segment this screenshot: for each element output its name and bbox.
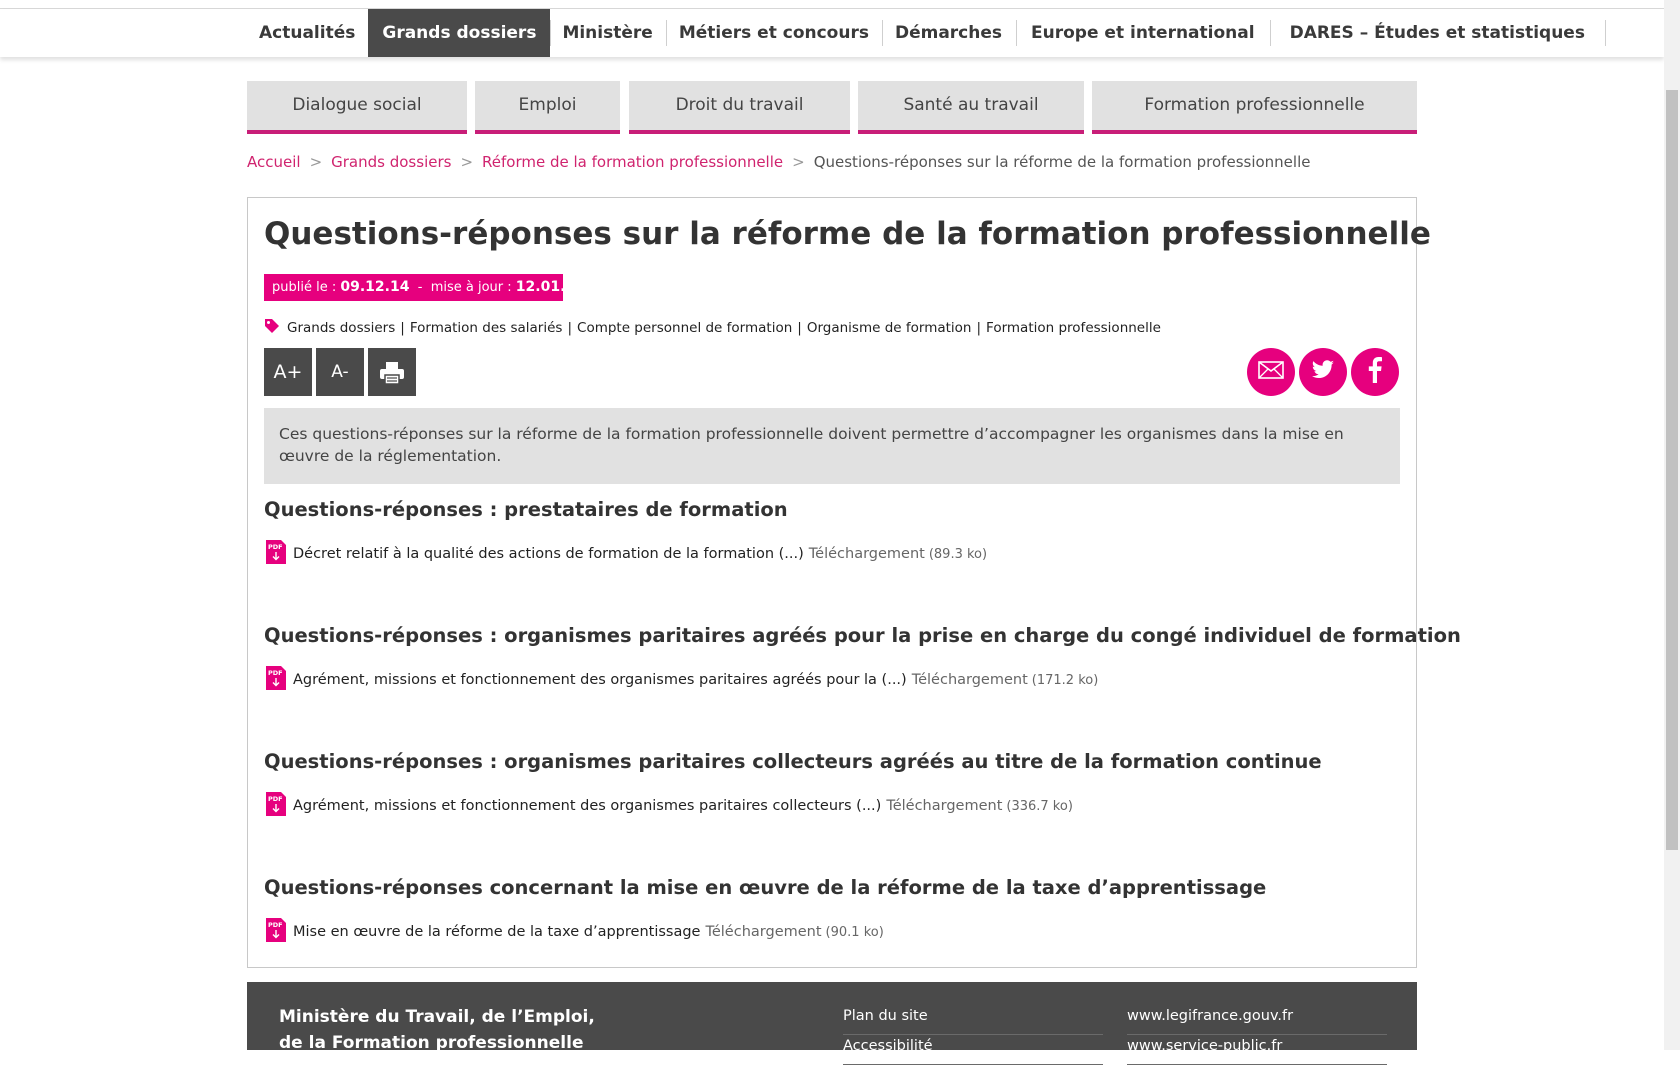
footer-links-external: www.legifrance.gouv.fr www.service-publi… <box>1127 1008 1387 1068</box>
svg-text:PDF: PDF <box>268 921 283 929</box>
section-title: Questions-réponses : prestataires de for… <box>264 498 788 521</box>
tag-formation-salaries[interactable]: Formation des salariés <box>410 320 563 336</box>
breadcrumb-separator: > <box>460 153 474 171</box>
font-decrease-button[interactable]: A- <box>316 348 364 396</box>
section-title: Questions-réponses : organismes paritair… <box>264 750 1322 773</box>
document-title-link[interactable]: Agrément, missions et fonctionnement des… <box>293 672 907 688</box>
nav-dares[interactable]: DARES – Études et statistiques <box>1269 9 1607 57</box>
tag-list: Grands dossiers | Formation des salariés |… <box>264 318 1161 338</box>
published-label: publié le : <box>272 280 337 295</box>
download-link[interactable]: Téléchargement <box>809 546 925 562</box>
tab-emploi[interactable]: Emploi <box>475 81 620 134</box>
pdf-icon: PDF <box>266 540 286 568</box>
print-button[interactable] <box>368 348 416 396</box>
nav-ministere[interactable]: Ministère <box>550 9 665 57</box>
nav-grands-dossiers[interactable]: Grands dossiers <box>368 9 551 57</box>
download-link[interactable]: Téléchargement <box>705 924 821 940</box>
breadcrumb: Accueil > Grands dossiers > Réforme de la fo… <box>247 153 1310 171</box>
tab-formation-professionnelle[interactable]: Formation professionnelle <box>1092 81 1417 134</box>
breadcrumb-separator: > <box>792 153 805 171</box>
document-link: PDF Mise en œuvre de la réforme de la ta… <box>266 918 884 946</box>
tag-divider: | <box>976 320 982 336</box>
document-link: PDF Agrément, missions et fonctionnement… <box>266 666 1098 694</box>
tab-dialogue-social[interactable]: Dialogue social <box>247 81 467 134</box>
footer-ministry-line: de la Formation professionnelle <box>279 1033 584 1053</box>
tag-organisme-formation[interactable]: Organisme de formation <box>807 320 972 336</box>
main-navigation: Actualités Grands dossiers Ministère Mét… <box>0 9 1664 57</box>
footer-ministry-name: Ministère du Travail, de l’Emploi, de la… <box>279 1004 595 1056</box>
intro-text: Ces questions-réponses sur la réforme de… <box>264 408 1400 484</box>
footer-ministry-line: Ministère du Travail, de l’Emploi, <box>279 1007 595 1027</box>
pdf-icon: PDF <box>266 792 286 820</box>
tag-divider: | <box>400 320 405 336</box>
twitter-icon <box>1311 360 1335 384</box>
date-badge: publié le : 09.12.14 - mise à jour : 12.… <box>264 274 585 301</box>
footer-link-legifrance[interactable]: www.legifrance.gouv.fr <box>1127 1008 1387 1035</box>
tag-formation-professionnelle[interactable]: Formation professionnelle <box>986 320 1161 336</box>
pdf-icon: PDF <box>266 918 286 946</box>
nav-europe-international[interactable]: Europe et international <box>1016 9 1270 57</box>
page-title: Questions-réponses sur la réforme de la … <box>264 216 1431 252</box>
tag-grands-dossiers[interactable]: Grands dossiers <box>287 320 395 336</box>
file-size: (89.3 ko) <box>928 546 988 562</box>
breadcrumb-separator: > <box>309 153 323 171</box>
footer-link-accessibilite[interactable]: Accessibilité <box>843 1038 1103 1065</box>
footer: Ministère du Travail, de l’Emploi, de la… <box>247 982 1417 1065</box>
document-title-link[interactable]: Agrément, missions et fonctionnement des… <box>293 798 881 814</box>
footer-links-site: Plan du site Accessibilité <box>843 1008 1103 1068</box>
tag-divider: | <box>567 320 573 336</box>
download-link[interactable]: Téléchargement <box>912 672 1028 688</box>
article-container: Questions-réponses sur la réforme de la … <box>247 197 1461 968</box>
share-email-button[interactable] <box>1247 348 1295 396</box>
share-facebook-button[interactable] <box>1351 348 1399 396</box>
document-title-link[interactable]: Décret relatif à la qualité des actions … <box>293 546 804 562</box>
breadcrumb-current: Questions-réponses sur la réforme de la … <box>813 153 1311 171</box>
document-link: PDF Agrément, missions et fonctionnement… <box>266 792 1073 820</box>
share-twitter-button[interactable] <box>1299 348 1347 396</box>
updated-date: 12.01.16 <box>515 279 585 295</box>
tab-sante-au-travail[interactable]: Santé au travail <box>858 81 1084 134</box>
file-size: (336.7 ko) <box>1006 798 1073 814</box>
document-link: PDF Décret relatif à la qualité des acti… <box>266 540 987 568</box>
nav-demarches[interactable]: Démarches <box>881 9 1016 57</box>
sub-navigation: Dialogue social Emploi Droit du travail … <box>247 81 1417 134</box>
breadcrumb-accueil[interactable]: Accueil <box>247 153 301 171</box>
svg-text:PDF: PDF <box>268 543 283 551</box>
section-title: Questions-réponses : organismes paritair… <box>264 624 1461 647</box>
envelope-icon <box>1258 361 1284 383</box>
tag-compte-personnel[interactable]: Compte personnel de formation <box>577 320 792 336</box>
document-title-link[interactable]: Mise en œuvre de la réforme de la taxe d… <box>293 924 700 940</box>
tag-divider: | <box>797 320 802 336</box>
section-title: Questions-réponses concernant la mise en… <box>264 876 1267 899</box>
print-icon <box>379 361 405 385</box>
file-size: (90.1 ko) <box>825 924 884 940</box>
tab-droit-du-travail[interactable]: Droit du travail <box>629 81 850 134</box>
date-dash: - <box>417 280 423 295</box>
pdf-icon: PDF <box>266 666 286 694</box>
breadcrumb-grands-dossiers[interactable]: Grands dossiers <box>331 153 451 171</box>
svg-text:PDF: PDF <box>268 795 283 803</box>
facebook-icon <box>1368 357 1382 387</box>
file-size: (171.2 ko) <box>1031 672 1099 688</box>
download-link[interactable]: Téléchargement <box>886 798 1002 814</box>
nav-actualites[interactable]: Actualités <box>247 9 368 57</box>
breadcrumb-reforme[interactable]: Réforme de la formation professionnelle <box>482 153 783 171</box>
scrollbar-thumb[interactable] <box>1666 90 1678 850</box>
font-increase-button[interactable]: A+ <box>264 348 312 396</box>
updated-label: mise à jour : <box>430 280 512 295</box>
footer-link-plan-du-site[interactable]: Plan du site <box>843 1008 1103 1035</box>
nav-metiers-concours[interactable]: Métiers et concours <box>665 9 882 57</box>
svg-text:PDF: PDF <box>268 669 283 677</box>
published-date: 09.12.14 <box>340 279 410 295</box>
footer-link-service-public[interactable]: www.service-public.fr <box>1127 1038 1387 1065</box>
tag-icon <box>264 318 280 338</box>
